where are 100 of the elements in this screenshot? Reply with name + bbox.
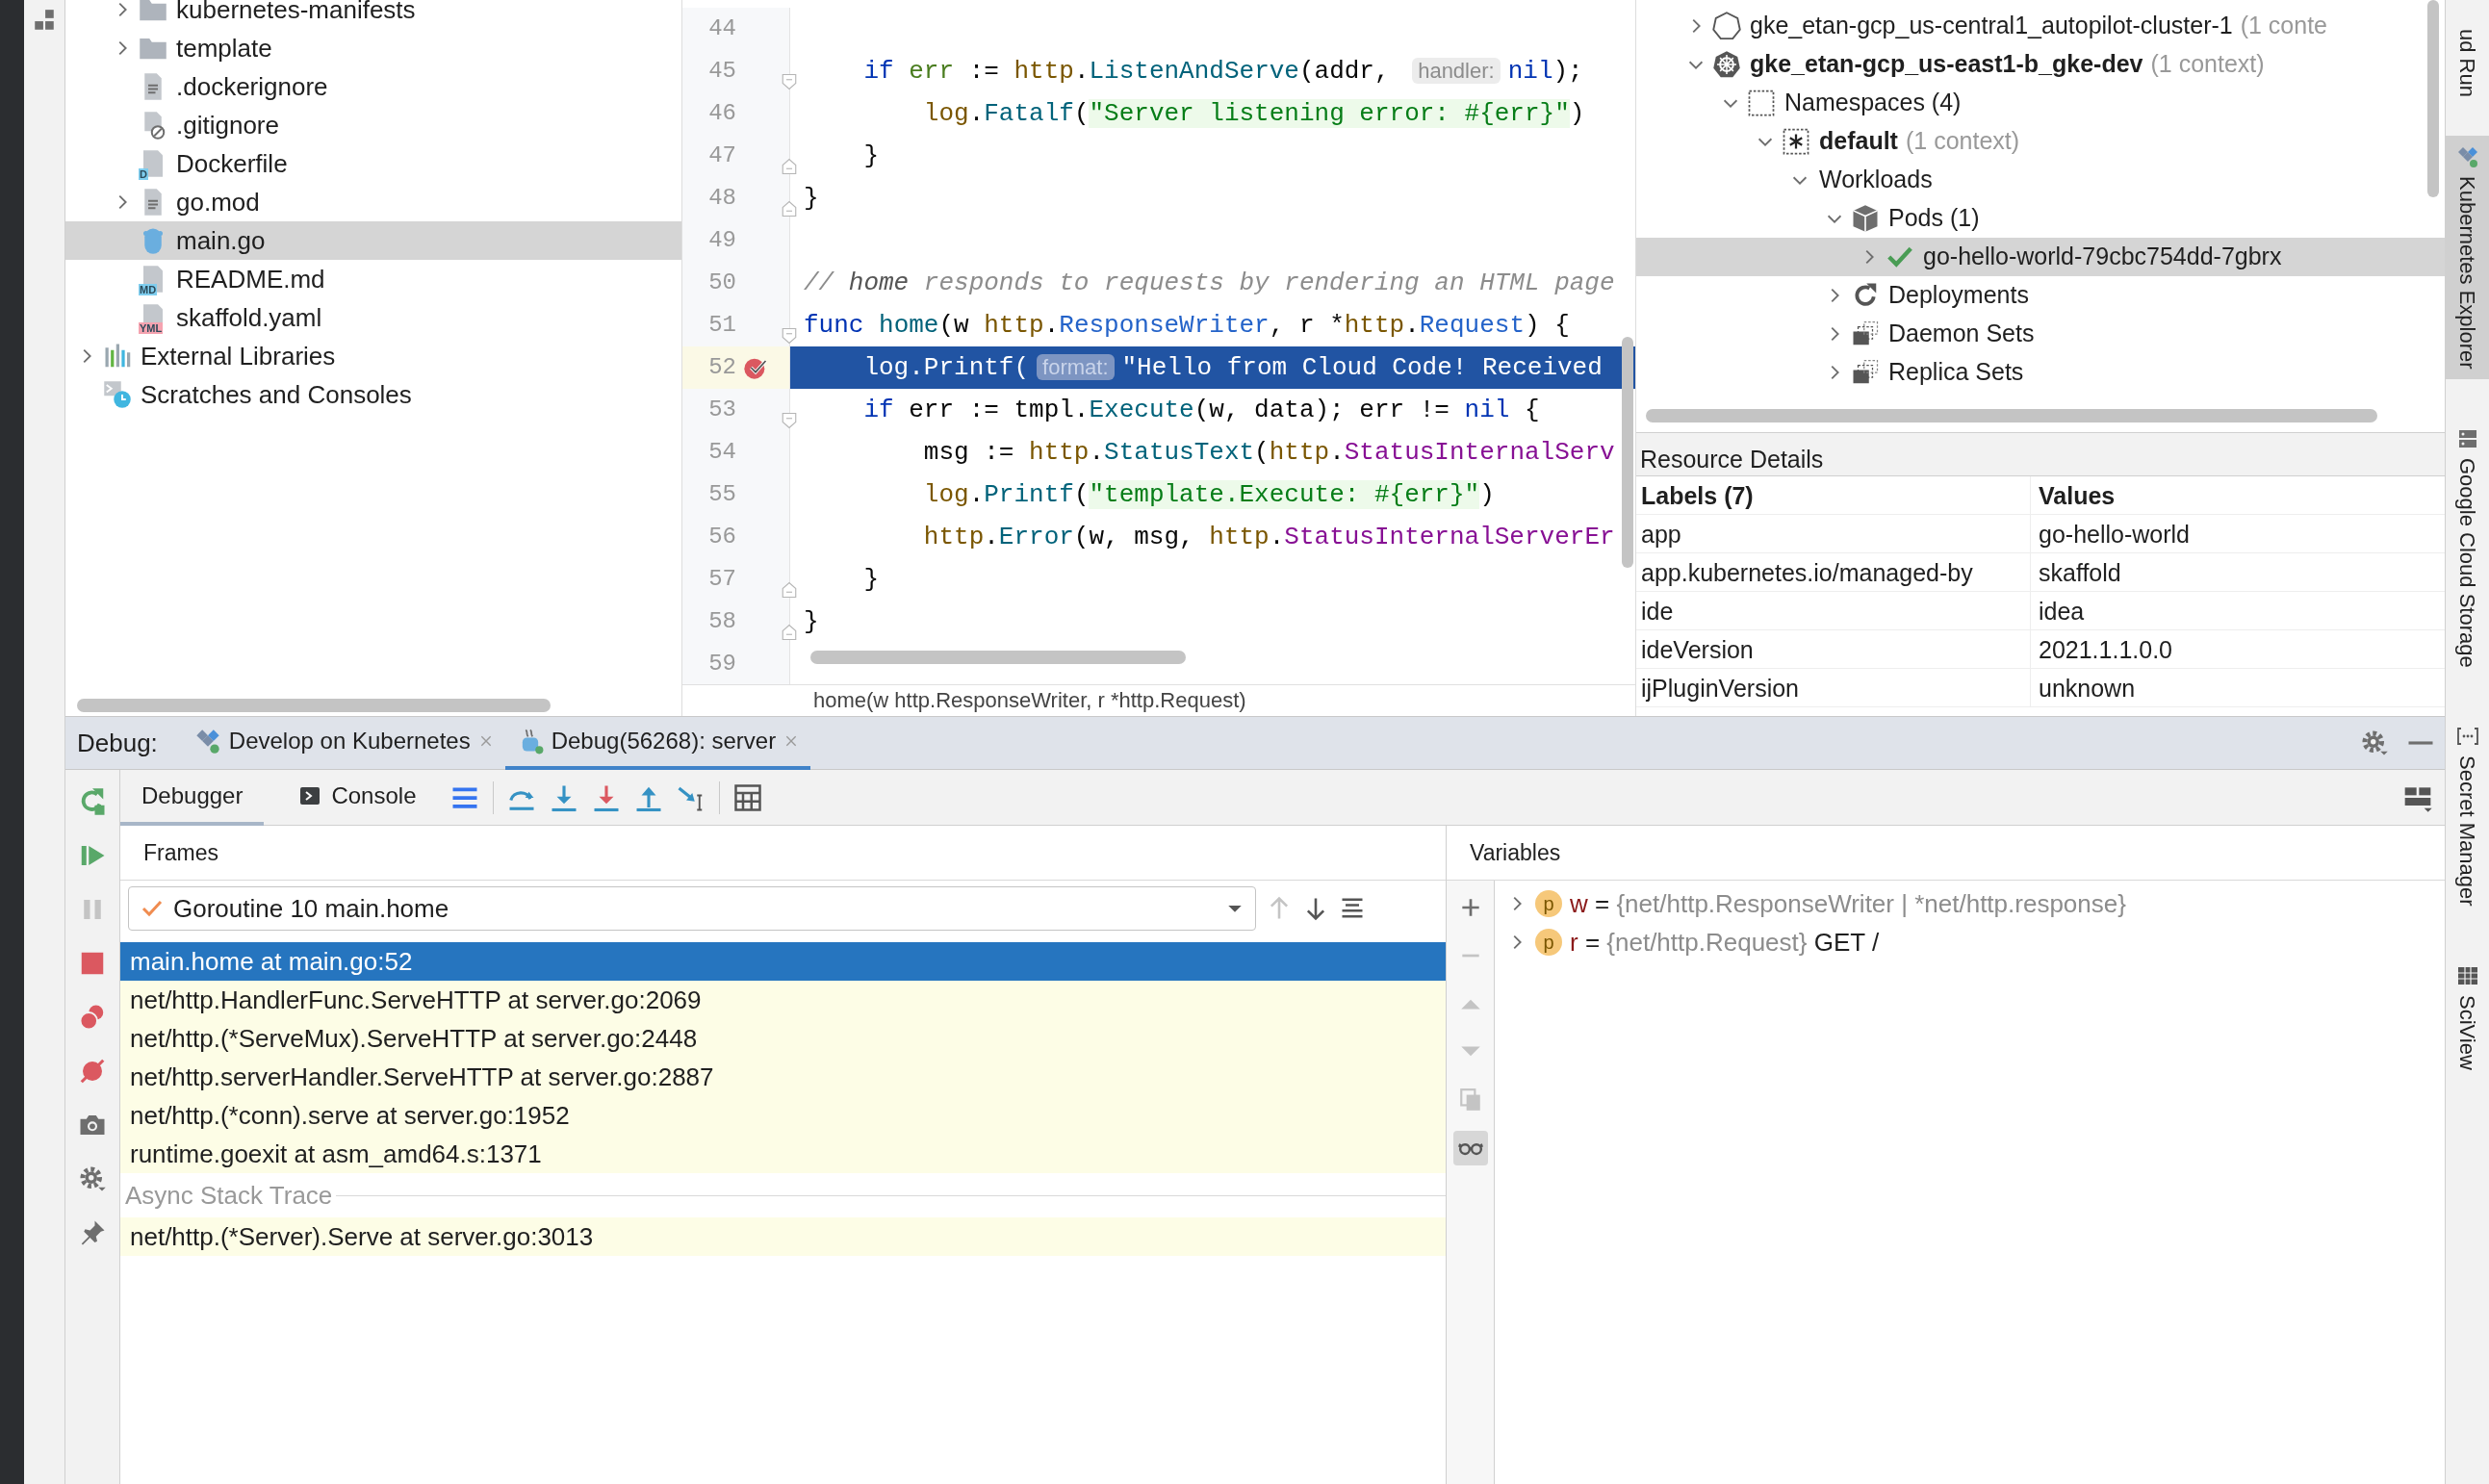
context-count: (1 conte bbox=[2240, 11, 2328, 41]
tree-item[interactable]: MD README.md bbox=[65, 260, 681, 298]
tool-window-tab[interactable]: SciView bbox=[2445, 954, 2489, 1080]
tree-item[interactable]: External Libraries bbox=[65, 337, 681, 375]
tool-window-tab[interactable]: Kubernetes Explorer bbox=[2445, 135, 2489, 379]
tree-item[interactable]: Deployments bbox=[1636, 276, 2445, 315]
code-line: } bbox=[862, 563, 879, 596]
tree-item[interactable]: Scratches and Consoles bbox=[65, 375, 681, 414]
line-number: 44 bbox=[707, 14, 736, 43]
fold-end-icon[interactable] bbox=[781, 623, 798, 643]
code-line: if err := tmpl.Execute(w, data); err != nil { bbox=[862, 394, 1540, 426]
line-number: 49 bbox=[707, 226, 736, 255]
stack-frame[interactable]: net/http.(*conn).serve at server.go:1952 bbox=[120, 1096, 1446, 1135]
line-number: 48 bbox=[707, 184, 736, 213]
tab[interactable]: Debugger bbox=[120, 769, 265, 826]
tree-item[interactable]: Daemon Sets bbox=[1636, 315, 2445, 353]
tree-item[interactable]: default (1 context) bbox=[1636, 122, 2445, 161]
column-header: Labels (7) bbox=[1636, 476, 2031, 514]
tree-item[interactable]: template bbox=[65, 29, 681, 67]
code-line: if err := http.ListenAndServe(addr, handler: nil); bbox=[862, 55, 1583, 88]
file-type-label: D bbox=[139, 168, 148, 180]
tree-item[interactable]: kubernetes-manifests bbox=[65, 0, 681, 29]
tree-item[interactable]: main.go bbox=[65, 221, 681, 260]
debug-tab[interactable]: Develop on Kubernetes bbox=[182, 716, 505, 770]
code-line: http.Error(w, msg, http.StatusInternalServerEr bbox=[922, 521, 1615, 553]
stack-frame[interactable]: net/http.(*ServeMux).ServeHTTP at server.go:2448 bbox=[120, 1019, 1446, 1058]
line-number: 57 bbox=[707, 565, 736, 594]
code-line: msg := http.StatusText(http.StatusInternalServ bbox=[922, 436, 1615, 469]
panel-title: Variables bbox=[1447, 826, 2445, 881]
line-number: 52 bbox=[707, 353, 736, 382]
line-number: 46 bbox=[707, 99, 736, 128]
panel-title: Resource Details bbox=[1636, 433, 2445, 476]
fold-icon[interactable] bbox=[781, 326, 798, 346]
tool-window-tab[interactable]: Secret Manager bbox=[2445, 715, 2489, 916]
code-line: log.Printf( format: "Hello from Cloud Code! Received bbox=[862, 351, 1603, 384]
tree-item[interactable]: Workloads bbox=[1636, 161, 2445, 199]
line-number: 47 bbox=[707, 141, 736, 170]
line-number: 58 bbox=[707, 607, 736, 636]
stack-frame[interactable]: runtime.goexit at asm_amd64.s:1371 bbox=[120, 1135, 1446, 1173]
mute-breakpoints-icon[interactable] bbox=[78, 1057, 107, 1086]
namespace-icon bbox=[1747, 89, 1776, 117]
tree-item[interactable]: Replica Sets bbox=[1636, 353, 2445, 392]
parameter-badge: p bbox=[1535, 929, 1562, 956]
tree-item[interactable]: go.mod bbox=[65, 183, 681, 221]
code-line: } bbox=[804, 605, 819, 638]
tree-item[interactable]: Pods (1) bbox=[1636, 199, 2445, 238]
tool-window-tab[interactable]: Google Cloud Storage bbox=[2445, 417, 2489, 678]
table-cell-text: skaffold bbox=[2038, 558, 2121, 588]
line-number: 50 bbox=[707, 269, 736, 297]
panel-label: Debug: bbox=[77, 727, 158, 759]
settings-icon[interactable] bbox=[78, 1164, 107, 1193]
table-cell: ijPluginVersion bbox=[1636, 669, 2031, 706]
stack-frame[interactable]: main.home at main.go:52 bbox=[120, 942, 1446, 981]
fold-icon[interactable] bbox=[781, 411, 798, 431]
structure-icon[interactable] bbox=[32, 8, 57, 33]
namespace-icon bbox=[1782, 127, 1810, 156]
column-header: Values bbox=[2038, 481, 2116, 511]
cluster-icon bbox=[1712, 50, 1741, 79]
context-count: (1 context) bbox=[2150, 49, 2265, 80]
code-line: } bbox=[862, 140, 879, 172]
line-number: 56 bbox=[707, 523, 736, 551]
tab[interactable]: Console bbox=[277, 769, 438, 826]
variable-value[interactable]: w = {net/http.ResponseWriter | *net/http.response} bbox=[1570, 884, 2126, 923]
tree-item[interactable]: go-hello-world-79cbc754dd-7gbrx bbox=[1636, 238, 2445, 276]
tree-item[interactable]: D Dockerfile bbox=[65, 144, 681, 183]
table-cell-text: unknown bbox=[2038, 674, 2136, 704]
tree-item[interactable]: .dockerignore bbox=[65, 67, 681, 106]
stack-frame[interactable]: net/http.serverHandler.ServeHTTP at server.go:2887 bbox=[120, 1058, 1446, 1096]
stack-frame[interactable]: net/http.HandlerFunc.ServeHTTP at server.go:2069 bbox=[120, 981, 1446, 1019]
context-count: (1 context) bbox=[1905, 126, 2020, 157]
table-cell-text: go-hello-world bbox=[2038, 520, 2191, 550]
line-number: 55 bbox=[707, 480, 736, 509]
code-line: func home(w http.ResponseWriter, r *http.Request) { bbox=[804, 309, 1570, 342]
table-cell: app.kubernetes.io/managed-by bbox=[1636, 553, 2031, 591]
section-label: Async Stack Trace bbox=[125, 1179, 333, 1212]
variable-value[interactable]: r = {net/http.Request} GET / bbox=[1570, 923, 1880, 961]
fold-end-icon[interactable] bbox=[781, 199, 798, 219]
tree-item[interactable]: gke_etan-gcp_us-central1_autopilot-cluster-1 (1 conte bbox=[1636, 7, 2445, 45]
tool-window-tab[interactable]: ud Run bbox=[2445, 29, 2489, 107]
table-cell: app bbox=[1636, 515, 2031, 552]
fold-end-icon[interactable] bbox=[781, 157, 798, 177]
fold-icon[interactable] bbox=[781, 72, 798, 92]
tree-item[interactable]: .gitignore bbox=[65, 106, 681, 144]
calculator-icon[interactable] bbox=[733, 782, 763, 812]
cluster-icon bbox=[1712, 12, 1741, 40]
code-line: } bbox=[804, 182, 819, 215]
settings-icon[interactable] bbox=[2360, 729, 2389, 757]
fold-end-icon[interactable] bbox=[781, 580, 798, 601]
console-clock-icon bbox=[103, 380, 132, 409]
file-type-label: MD bbox=[139, 284, 158, 295]
tree-item[interactable]: YML skaffold.yaml bbox=[65, 298, 681, 337]
line-number: 51 bbox=[707, 311, 736, 340]
tree-item[interactable]: gke_etan-gcp_us-east1-b_gke-dev (1 context) bbox=[1636, 45, 2445, 84]
thread-dropdown[interactable]: Goroutine 10 main.home bbox=[128, 886, 1256, 931]
panel-title: Frames bbox=[120, 826, 1446, 881]
stack-frame[interactable]: net/http.(*Server).Serve at server.go:3013 bbox=[120, 1217, 1446, 1256]
table-cell-text: 2021.1.1.0.0 bbox=[2038, 635, 2172, 665]
table-cell: ideVersion bbox=[1636, 630, 2031, 668]
tree-item[interactable]: Namespaces (4) bbox=[1636, 84, 2445, 122]
file-type-label: YML bbox=[139, 322, 164, 334]
